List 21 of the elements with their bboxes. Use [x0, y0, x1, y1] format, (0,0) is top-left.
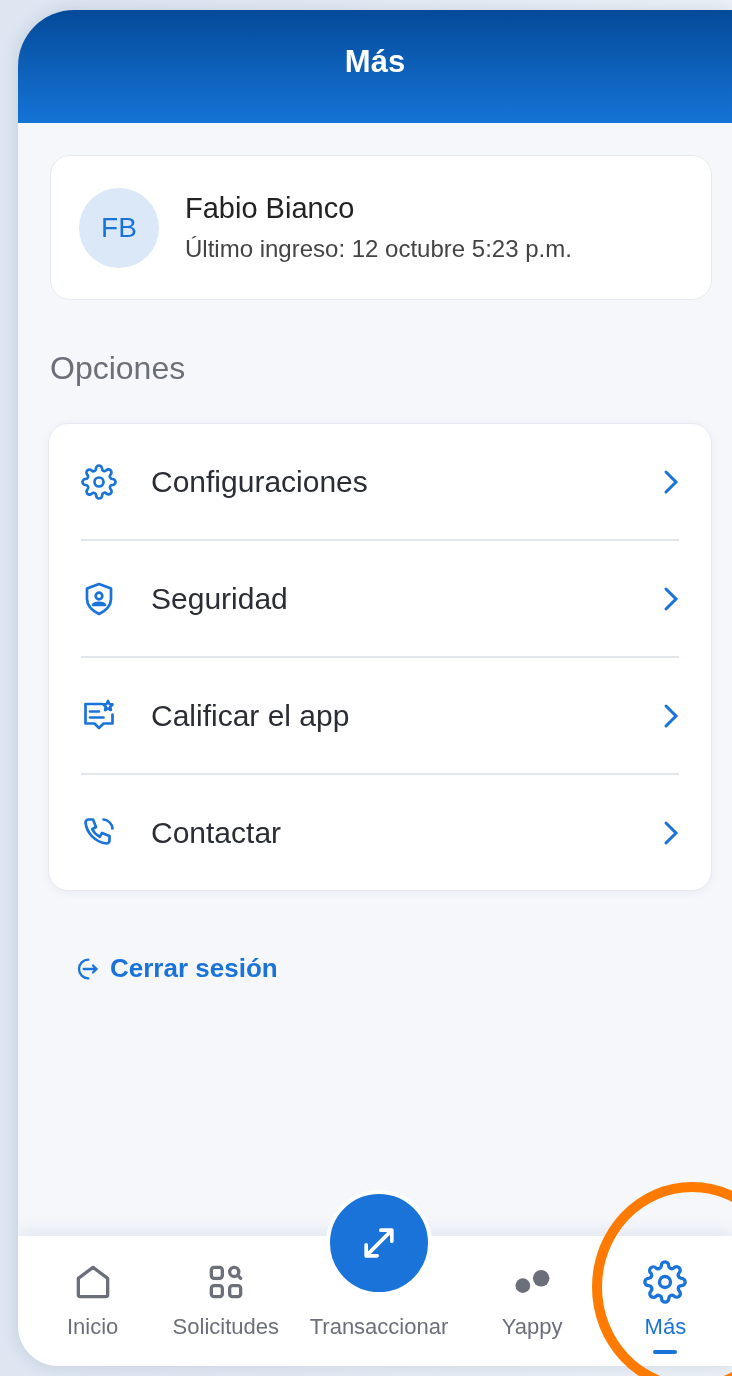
nav-tab[interactable]: Yappy: [465, 1260, 599, 1354]
gear-icon: [81, 463, 117, 500]
nav-tab[interactable]: Más: [598, 1260, 732, 1354]
option-item[interactable]: Configuraciones: [151, 464, 663, 499]
chevron-icon: [663, 819, 679, 846]
nav-tab[interactable]: Solicitudes: [159, 1260, 293, 1354]
option-item[interactable]: Calificar el app: [151, 698, 663, 733]
gear-icon: [643, 1260, 688, 1304]
screen-title: Más: [344, 43, 406, 80]
avatar: FB: [79, 187, 159, 268]
last-login-text: Último ingreso: 12 octubre 5:23 p.m.: [185, 235, 572, 263]
user-name: Fabio Bianco: [185, 192, 356, 225]
option-item[interactable]: Seguridad: [151, 581, 663, 616]
chevron-icon: [663, 702, 679, 729]
nav-label: Transaccionar: [309, 1314, 449, 1340]
chevron-icon: [663, 585, 679, 612]
section-title: Opciones: [50, 350, 187, 387]
nav-tab[interactable]: Inicio: [26, 1260, 160, 1354]
logout-link[interactable]: Cerrar sesión: [72, 953, 278, 984]
chevron-icon: [663, 468, 679, 495]
option-item[interactable]: Contactar: [151, 815, 663, 850]
